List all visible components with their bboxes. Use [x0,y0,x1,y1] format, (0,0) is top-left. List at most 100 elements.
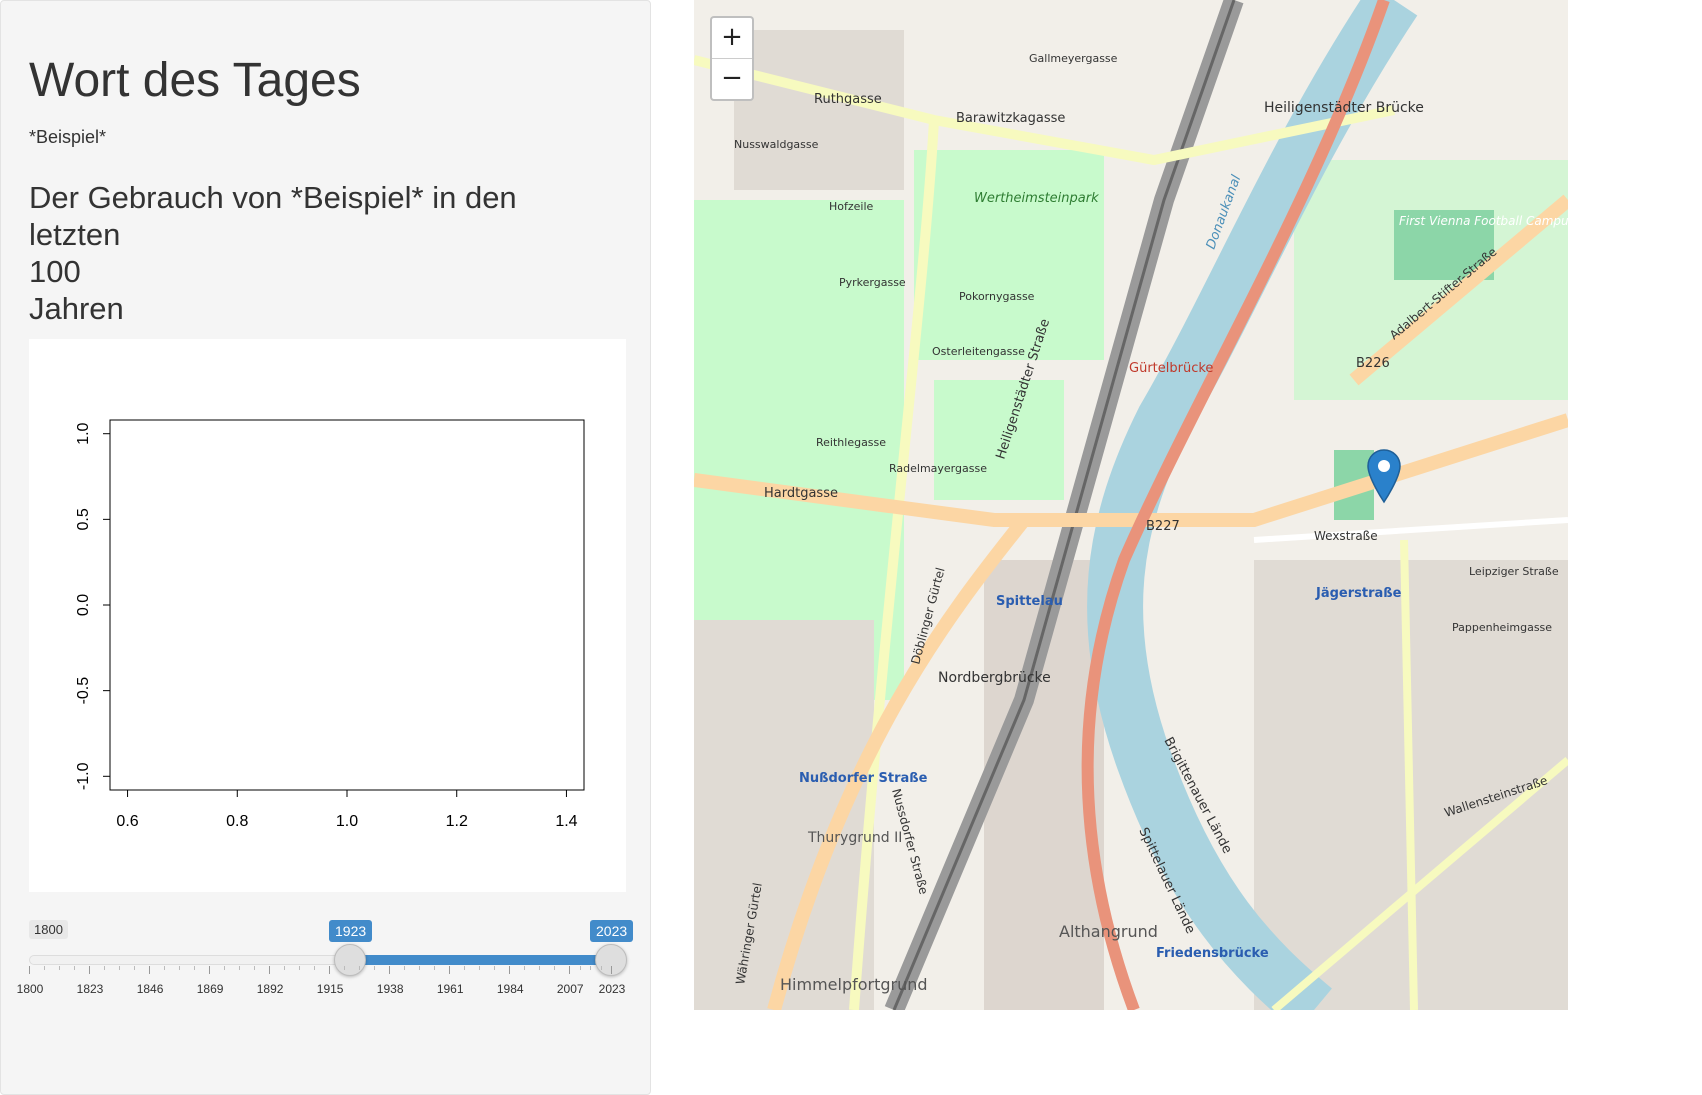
map-label: First Vienna Football Campus [1399,214,1568,228]
slider-tick-label: 1869 [196,982,224,996]
subheading-line: Der Gebrauch von *Beispiel* in den [29,180,517,215]
subheading-line: Jahren [29,291,124,326]
slider-minor-tick [134,966,136,970]
map-label: Althangrund [1059,922,1158,941]
slider-tick [209,966,211,974]
slider-minor-tick [434,966,436,970]
park-area [914,150,1104,360]
map-tiles[interactable]: Ruthgasse Barawitzkagasse Gallmeyergasse… [694,0,1568,1010]
slider-minor-tick [59,966,60,970]
zoom-control[interactable]: + − [710,16,754,101]
slider-tick [329,966,331,974]
slider-minor-tick [119,966,121,970]
slider-tick-label: 1915 [316,982,344,996]
map-label: Barawitzkagasse [956,111,1065,126]
slider-minor-tick [494,966,496,970]
slider-tick-label: 1800 [16,982,44,996]
map-label: B227 [1146,519,1180,534]
year-range-slider[interactable]: 1800 2023 1923 2023 1800 1823 1846 1869 1892… [17,916,634,1006]
slider-minor-tick [374,966,376,970]
slider-minor-tick [344,966,346,970]
page-title: Wort des Tages [29,54,361,107]
map-label: Friedensbrücke [1156,946,1269,961]
map-label: Wertheimsteinpark [974,191,1099,206]
slider-minor-tick [419,966,421,970]
slider-min-label: 1800 [29,920,68,939]
y-tick-label: 1.0 [75,422,92,444]
slider-minor-tick [524,966,526,970]
map-label: Spittelau [996,594,1063,609]
map-label: Nußdorfer Straße [799,771,928,786]
map-label: Pyrkergasse [839,276,906,289]
map-label: Osterleitengasse [932,345,1025,358]
slider-selected-range[interactable] [350,955,611,965]
slider-tick [509,966,511,974]
map-label: Jägerstraße [1315,586,1402,601]
map-label: Wexstraße [1314,529,1378,543]
slider-tick [569,966,571,974]
slider-minor-tick [464,966,466,970]
slider-minor-tick [404,966,406,970]
usage-subheading: Der Gebrauch von *Beispiel* in den letzt… [29,179,629,327]
map-label: Hofzeile [829,200,874,213]
map-view[interactable]: Ruthgasse Barawitzkagasse Gallmeyergasse… [694,0,1568,1010]
slider-tick-label: 1892 [256,982,284,996]
slider-tick-label: 2023 [598,982,626,996]
slider-minor-tick [104,966,106,970]
map-label: B226 [1356,356,1390,371]
slider-minor-tick [359,966,361,970]
map-label: Heiligenstädter Brücke [1264,100,1424,116]
map-label: Pokornygasse [959,290,1035,303]
slider-minor-tick [179,966,181,970]
slider-tick-label: 1984 [496,982,524,996]
slider-minor-tick [479,966,481,970]
y-tick-label: 0.5 [75,508,92,530]
x-tick-label: 1.2 [446,813,468,830]
map-label: Radelmayergasse [889,462,987,475]
slider-from-handle[interactable] [334,944,366,976]
slider-minor-tick [194,966,196,970]
slider-tick [269,966,271,974]
x-tick-label: 0.8 [226,813,248,830]
slider-minor-tick [299,966,301,970]
slider-minor-tick [590,966,592,970]
slider-minor-tick [600,966,602,970]
slider-minor-tick [74,966,76,970]
x-tick-label: 0.6 [116,813,138,830]
map-label: Gallmeyergasse [1029,52,1118,65]
slider-tick [389,966,391,974]
usage-chart-svg: 0.6 0.8 1.0 1.2 1.4 -1.0 -0.5 0.0 0.5 1.0 [75,419,585,830]
slider-from-label: 1923 [329,920,373,942]
map-label: Gürtelbrücke [1129,361,1213,376]
zoom-out-button[interactable]: − [712,59,752,99]
map-label: Pappenheimgasse [1452,621,1552,634]
x-tick-label: 1.4 [555,813,577,830]
slider-minor-tick [254,966,256,970]
slider-minor-tick [314,966,316,970]
map-label: Hardtgasse [764,486,838,501]
slider-tick-label: 1938 [376,982,404,996]
map-label: Reithlegasse [816,436,886,449]
slider-minor-tick [164,966,166,970]
subheading-line: letzten [29,217,121,252]
word-of-day: *Beispiel* [29,127,107,147]
road-wexstrasse [1253,517,1568,543]
slider-tick [29,966,30,974]
zoom-in-button[interactable]: + [712,18,752,59]
slider-tick [611,966,612,974]
slider-tick [89,966,91,974]
sidebar-panel: Wort des Tages *Beispiel* Der Gebrauch v… [0,0,651,1095]
subheading-line: 100 [29,254,81,289]
slider-minor-tick [554,966,556,970]
slider-tick-label: 1823 [76,982,104,996]
slider-minor-tick [579,966,581,970]
usage-plot: 0.6 0.8 1.0 1.2 1.4 -1.0 -0.5 0.0 0.5 1.0 [29,339,626,892]
slider-minor-tick [539,966,541,970]
slider-to-label: 2023 [590,920,634,942]
slider-tick-label: 2007 [556,982,584,996]
y-tick-label: -1.0 [75,762,92,790]
map-label: Leipziger Straße [1469,565,1559,578]
slider-tick-label: 1846 [136,982,164,996]
slider-tick [449,966,451,974]
plot-frame [109,419,585,791]
